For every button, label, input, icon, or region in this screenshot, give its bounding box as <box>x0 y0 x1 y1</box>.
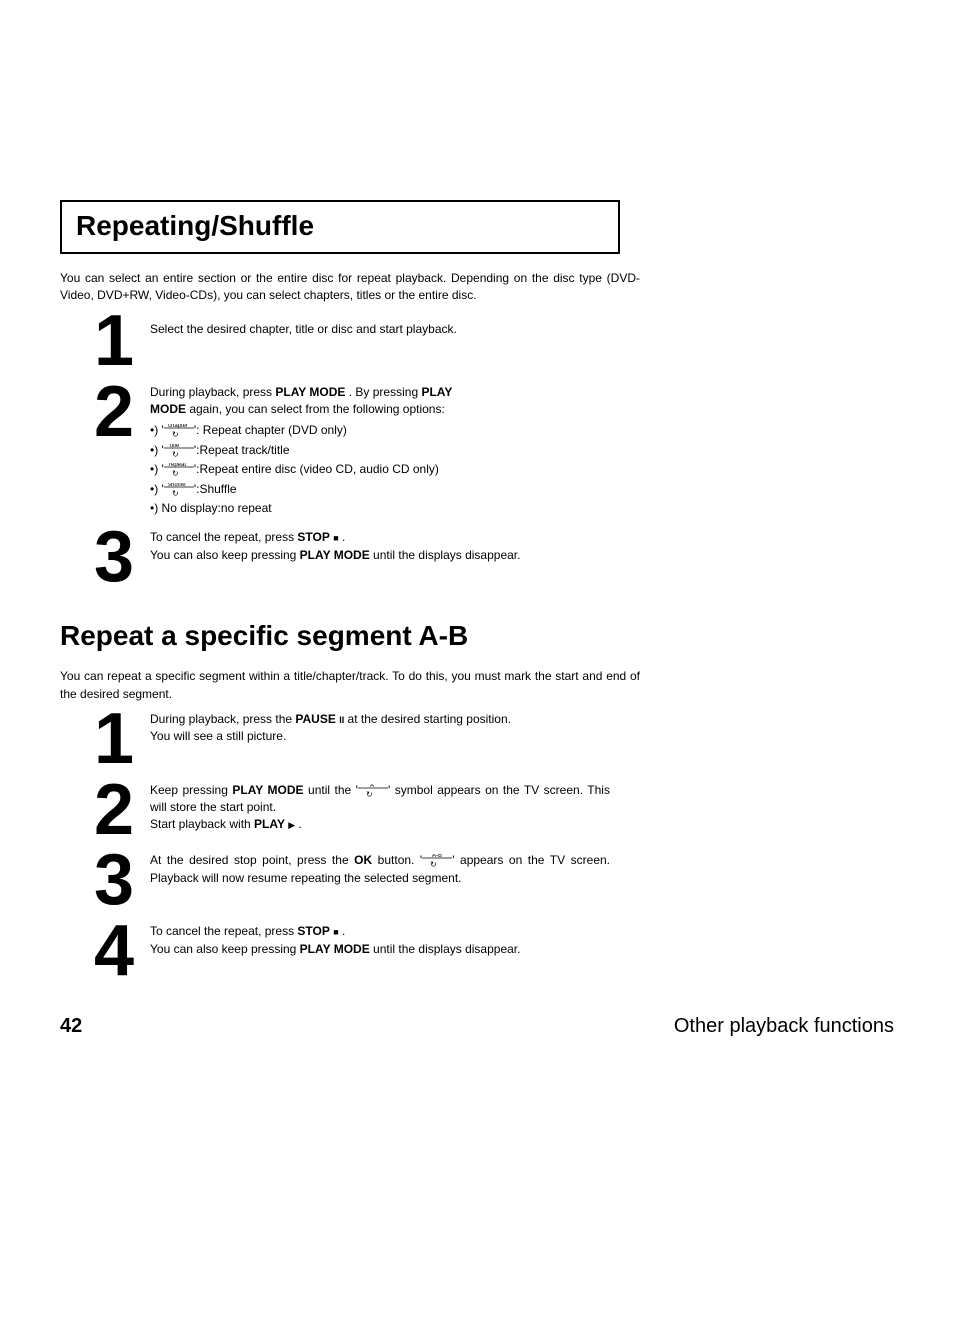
text-fragment: •) ' <box>150 423 164 437</box>
text-fragment: . <box>339 530 346 544</box>
text-fragment: •) ' <box>150 482 164 496</box>
text-fragment: . <box>339 924 346 938</box>
svg-text:↻: ↻ <box>172 430 179 438</box>
text-fragment: •) ' <box>150 462 164 476</box>
text-fragment: You will see a still picture. <box>150 729 286 743</box>
play-mode-label: PLAY MODE <box>300 942 370 956</box>
play-mode-label: PLAY MODE <box>275 385 345 399</box>
svg-text:↻: ↻ <box>172 489 179 497</box>
text-fragment: ':Repeat entire disc (video CD, audio CD… <box>194 462 439 476</box>
play-mode-label: PLAY MODE <box>300 548 370 562</box>
text-fragment: To cancel the repeat, press <box>150 530 297 544</box>
text-fragment: button. ' <box>372 853 422 867</box>
step-number: 3 <box>60 525 130 590</box>
footer-title: Other playback functions <box>674 1015 894 1038</box>
page-number: 42 <box>60 1015 82 1038</box>
text-fragment: During playback, press <box>150 385 275 399</box>
bullet-repeat: •) 'repeat↻':Repeat entire disc (video C… <box>150 461 452 478</box>
text-fragment: ':Shuffle <box>194 482 237 496</box>
play-label: PLAY <box>421 385 452 399</box>
text-fragment: ':Repeat track/title <box>194 443 290 457</box>
stop-label: STOP <box>297 924 329 938</box>
bullet-none: •) No display:no repeat <box>150 500 452 517</box>
stop-label: STOP <box>297 530 329 544</box>
step-number: 2 <box>60 778 130 843</box>
step-number: 4 <box>60 919 130 984</box>
text-fragment: until the displays disappear. <box>370 942 521 956</box>
pause-label: PAUSE <box>295 712 335 726</box>
text-fragment: . By pressing <box>345 385 421 399</box>
segment-ab-icon: A-B↻ <box>422 854 452 868</box>
repeat-chapter-icon: chapter↻ <box>164 424 194 438</box>
svg-text:title: title <box>170 444 180 449</box>
shuffle-icon: shuffle↻ <box>164 483 194 497</box>
step-text: During playback, press the PAUSE II at t… <box>150 711 511 746</box>
step-text: During playback, press PLAY MODE . By pr… <box>150 384 452 419</box>
step-number: 1 <box>60 309 130 374</box>
heading-box-repeating: Repeating/Shuffle <box>60 200 620 254</box>
ok-label: OK <box>354 853 372 867</box>
text-fragment: During playback, press the <box>150 712 295 726</box>
mode-label: MODE <box>150 402 186 416</box>
text-fragment: At the desired stop point, press the <box>150 853 354 867</box>
text-fragment: You can also keep pressing <box>150 942 300 956</box>
step-text: Keep pressing PLAY MODE until the 'A↻' s… <box>150 782 610 834</box>
text-fragment: You can also keep pressing <box>150 548 300 562</box>
svg-text:↻: ↻ <box>172 469 179 477</box>
text-fragment: ': Repeat chapter (DVD only) <box>194 423 347 437</box>
section2-step4: 4 To cancel the repeat, press STOP ■ . Y… <box>60 919 894 984</box>
text-fragment: again, you can select from the following… <box>186 402 445 416</box>
section1-intro: You can select an entire section or the … <box>60 270 640 305</box>
text-fragment: at the desired starting position. <box>344 712 511 726</box>
segment-a-icon: A↻ <box>358 784 388 798</box>
step-number: 1 <box>60 707 130 772</box>
section1-step2: 2 During playback, press PLAY MODE . By … <box>60 380 894 520</box>
section1-step3: 3 To cancel the repeat, press STOP ■ . Y… <box>60 525 894 590</box>
step-text: Select the desired chapter, title or dis… <box>150 321 457 338</box>
step-text: At the desired stop point, press the OK … <box>150 852 610 887</box>
section2-intro: You can repeat a specific segment within… <box>60 668 640 703</box>
page-footer: 42 Other playback functions <box>60 1015 894 1038</box>
text-fragment: . <box>295 817 302 831</box>
svg-text:A: A <box>370 784 374 789</box>
step-number: 3 <box>60 848 130 913</box>
heading-repeating: Repeating/Shuffle <box>76 210 314 241</box>
bullet-shuffle: •) 'shuffle↻':Shuffle <box>150 481 452 498</box>
svg-text:↻: ↻ <box>172 450 179 458</box>
heading-repeat-ab: Repeat a specific segment A-B <box>60 620 894 652</box>
svg-text:↻: ↻ <box>430 860 437 868</box>
text-fragment: •) ' <box>150 443 164 457</box>
text-fragment: until the ' <box>304 783 358 797</box>
repeat-title-icon: title↻ <box>164 444 194 458</box>
text-fragment: To cancel the repeat, press <box>150 924 297 938</box>
repeat-disc-icon: repeat↻ <box>164 463 194 477</box>
section2-step3: 3 At the desired stop point, press the O… <box>60 848 894 913</box>
svg-text:↻: ↻ <box>366 790 373 798</box>
bullet-chapter: •) 'chapter↻': Repeat chapter (DVD only) <box>150 422 452 439</box>
text-fragment: Start playback with <box>150 817 254 831</box>
text-fragment: Keep pressing <box>150 783 232 797</box>
svg-text:A-B: A-B <box>432 854 442 859</box>
step-number: 2 <box>60 380 130 445</box>
section2-step2: 2 Keep pressing PLAY MODE until the 'A↻'… <box>60 778 894 843</box>
svg-text:repeat: repeat <box>169 463 186 468</box>
play-label: PLAY <box>254 817 285 831</box>
text-fragment: until the displays disappear. <box>370 548 521 562</box>
section1-step1: 1 Select the desired chapter, title or d… <box>60 309 894 374</box>
play-mode-label: PLAY MODE <box>232 783 303 797</box>
bullet-title: •) 'title↻':Repeat track/title <box>150 442 452 459</box>
section2-step1: 1 During playback, press the PAUSE II at… <box>60 707 894 772</box>
step-text: To cancel the repeat, press STOP ■ . You… <box>150 529 520 564</box>
step-text: To cancel the repeat, press STOP ■ . You… <box>150 923 520 958</box>
svg-text:shuffle: shuffle <box>168 483 186 488</box>
svg-text:chapter: chapter <box>168 424 188 429</box>
